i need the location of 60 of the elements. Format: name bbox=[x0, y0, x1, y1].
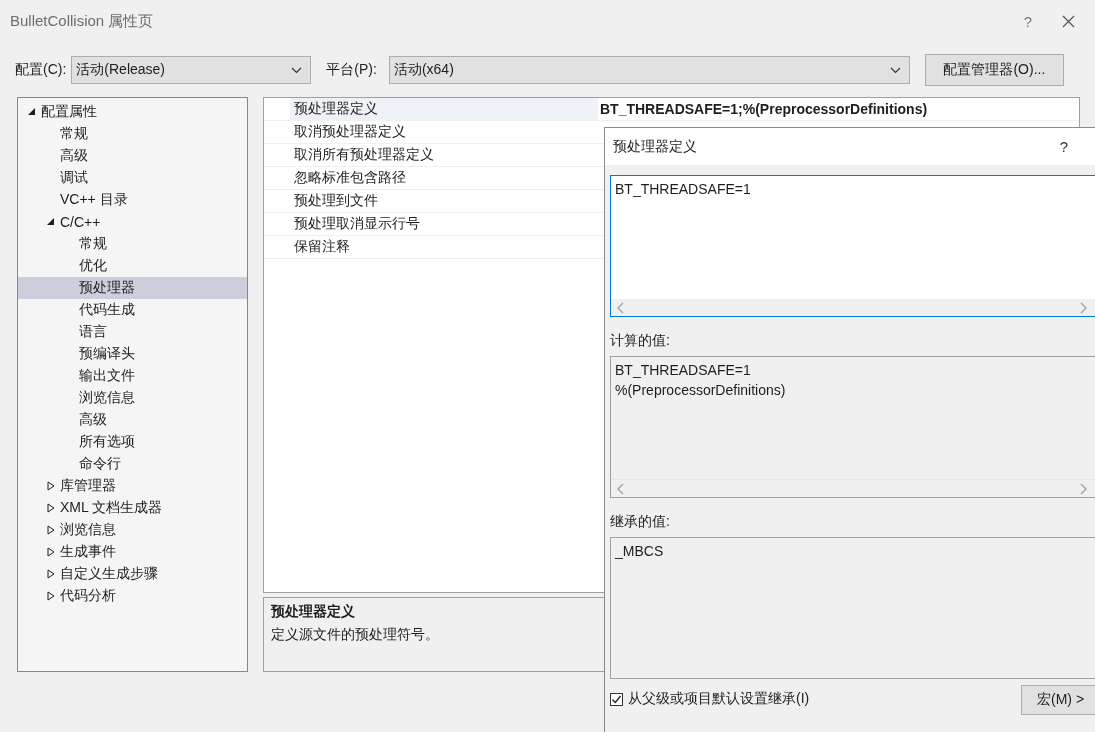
collapsed-triangle-icon[interactable] bbox=[47, 569, 55, 579]
tree-item[interactable]: 语言 bbox=[18, 321, 247, 343]
tree-item[interactable]: 预编译头 bbox=[18, 343, 247, 365]
tree-item[interactable]: 配置属性 bbox=[18, 101, 247, 123]
tree-item[interactable]: XML 文档生成器 bbox=[18, 497, 247, 519]
tree-item[interactable]: C/C++ bbox=[18, 211, 247, 233]
description-text: 定义源文件的预处理符号。 bbox=[271, 626, 440, 644]
config-dropdown[interactable]: 活动(Release) bbox=[71, 56, 312, 84]
collapsed-triangle-icon[interactable] bbox=[47, 591, 55, 601]
tree-item[interactable]: VC++ 目录 bbox=[18, 189, 247, 211]
tree-item[interactable]: 高级 bbox=[18, 409, 247, 431]
tree-item[interactable]: 所有选项 bbox=[18, 431, 247, 453]
tree-item[interactable]: 库管理器 bbox=[18, 475, 247, 497]
tree-item[interactable]: 自定义生成步骤 bbox=[18, 563, 247, 585]
config-manager-button[interactable]: 配置管理器(O)... bbox=[924, 54, 1064, 86]
window-title: BulletCollision 属性页 bbox=[10, 11, 155, 31]
tree-item[interactable]: 输出文件 bbox=[18, 365, 247, 387]
tree-item[interactable]: 浏览信息 bbox=[18, 387, 247, 409]
dropdown-caret-icon bbox=[889, 66, 901, 74]
tree-item[interactable]: 优化 bbox=[18, 255, 247, 277]
property-name[interactable]: 预处理到文件 bbox=[290, 190, 598, 212]
inherited-value-box: _MBCS bbox=[610, 537, 1095, 679]
tree-item[interactable]: 生成事件 bbox=[18, 541, 247, 563]
dialog-title: 预处理器定义 bbox=[613, 137, 698, 156]
macros-button[interactable]: 宏(M) > bbox=[1021, 685, 1095, 715]
dropdown-caret-icon bbox=[291, 66, 303, 74]
property-name[interactable]: 保留注释 bbox=[290, 236, 598, 258]
property-name[interactable]: 预处理取消显示行号 bbox=[290, 213, 598, 235]
evaluated-value-box: BT_THREADSAFE=1 %(PreprocessorDefinitions) bbox=[610, 356, 1095, 498]
tree-item[interactable]: 调试 bbox=[18, 167, 247, 189]
property-name[interactable]: 取消所有预处理器定义 bbox=[290, 144, 598, 166]
tree-item[interactable]: 常规 bbox=[18, 233, 247, 255]
tree-item[interactable]: 常规 bbox=[18, 123, 247, 145]
collapsed-triangle-icon[interactable] bbox=[47, 503, 55, 513]
inherit-checkbox-label[interactable]: 从父级或项目默认设置继承(I) bbox=[628, 690, 810, 708]
expanded-triangle-icon[interactable] bbox=[47, 218, 55, 226]
close-icon[interactable] bbox=[1062, 14, 1075, 28]
expanded-triangle-icon[interactable] bbox=[28, 108, 36, 116]
tree-item[interactable]: 高级 bbox=[18, 145, 247, 167]
collapsed-triangle-icon[interactable] bbox=[47, 547, 55, 557]
platform-label: 平台(P): bbox=[326, 61, 377, 79]
property-name[interactable]: 预处理器定义 bbox=[290, 98, 598, 120]
property-name[interactable]: 忽略标准包含路径 bbox=[290, 167, 598, 189]
tree-item[interactable]: 命令行 bbox=[18, 453, 247, 475]
collapsed-triangle-icon[interactable] bbox=[47, 481, 55, 491]
collapsed-triangle-icon[interactable] bbox=[47, 525, 55, 535]
tree-item[interactable]: 浏览信息 bbox=[18, 519, 247, 541]
inherit-checkbox[interactable] bbox=[610, 692, 623, 706]
inherited-value-label: 继承的值: bbox=[610, 513, 671, 531]
description-title: 预处理器定义 bbox=[271, 603, 356, 621]
help-button[interactable]: ? bbox=[1059, 138, 1068, 155]
property-name[interactable]: 取消预处理器定义 bbox=[290, 121, 598, 143]
help-button[interactable]: ? bbox=[1004, 12, 1052, 30]
platform-dropdown[interactable]: 活动(x64) bbox=[388, 56, 910, 84]
tree-item[interactable]: 代码分析 bbox=[18, 585, 247, 607]
tree-item[interactable]: 代码生成 bbox=[18, 299, 247, 321]
tree-item[interactable]: 预处理器 bbox=[18, 277, 247, 299]
config-label: 配置(C): bbox=[15, 61, 67, 79]
property-value[interactable]: BT_THREADSAFE=1;%(PreprocessorDefinitions) bbox=[598, 98, 1079, 120]
evaluated-value-label: 计算的值: bbox=[610, 332, 671, 350]
